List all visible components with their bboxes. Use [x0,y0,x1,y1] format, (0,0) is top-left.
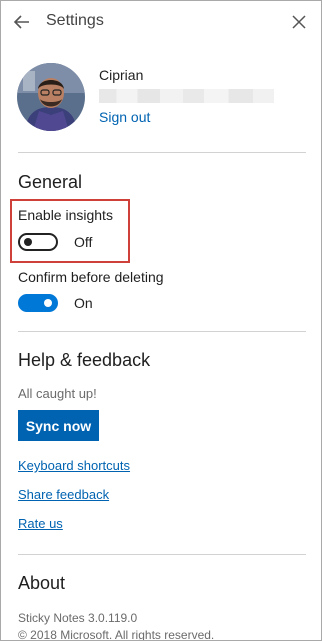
enable-insights-state: Off [74,234,93,250]
account-name: Ciprian [99,67,144,83]
copyright-text: © 2018 Microsoft. All rights reserved. [18,628,215,641]
page-title: Settings [46,12,104,29]
title-bar: Settings [1,1,321,43]
rate-us-link[interactable]: Rate us [18,516,63,531]
confirm-delete-toggle[interactable] [18,294,58,312]
sync-now-button[interactable]: Sync now [18,410,99,441]
enable-insights-toggle[interactable] [18,233,58,251]
divider [18,331,306,332]
sign-out-link[interactable]: Sign out [99,109,150,125]
share-feedback-link[interactable]: Share feedback [18,487,109,502]
confirm-delete-label: Confirm before deleting [18,269,164,285]
app-version: Sticky Notes 3.0.119.0 [18,611,138,625]
toggle-knob [44,299,52,307]
confirm-delete-row: On [18,294,168,316]
divider [18,152,306,153]
sync-status: All caught up! [18,386,97,401]
help-feedback-heading: Help & feedback [18,350,151,370]
keyboard-shortcuts-link[interactable]: Keyboard shortcuts [18,458,130,473]
general-heading: General [18,172,83,192]
confirm-delete-state: On [74,295,93,311]
toggle-knob [24,238,32,246]
close-icon[interactable] [289,12,309,32]
back-arrow-icon[interactable] [11,11,33,33]
avatar [17,63,85,131]
enable-insights-row: Off [18,233,168,255]
account-section: Ciprian Sign out [17,63,307,133]
account-email-redacted [99,89,274,103]
divider [18,554,306,555]
about-heading: About [18,573,66,593]
settings-panel: Settings Ciprian Sign out General Enable… [0,0,322,641]
enable-insights-label: Enable insights [18,207,113,223]
